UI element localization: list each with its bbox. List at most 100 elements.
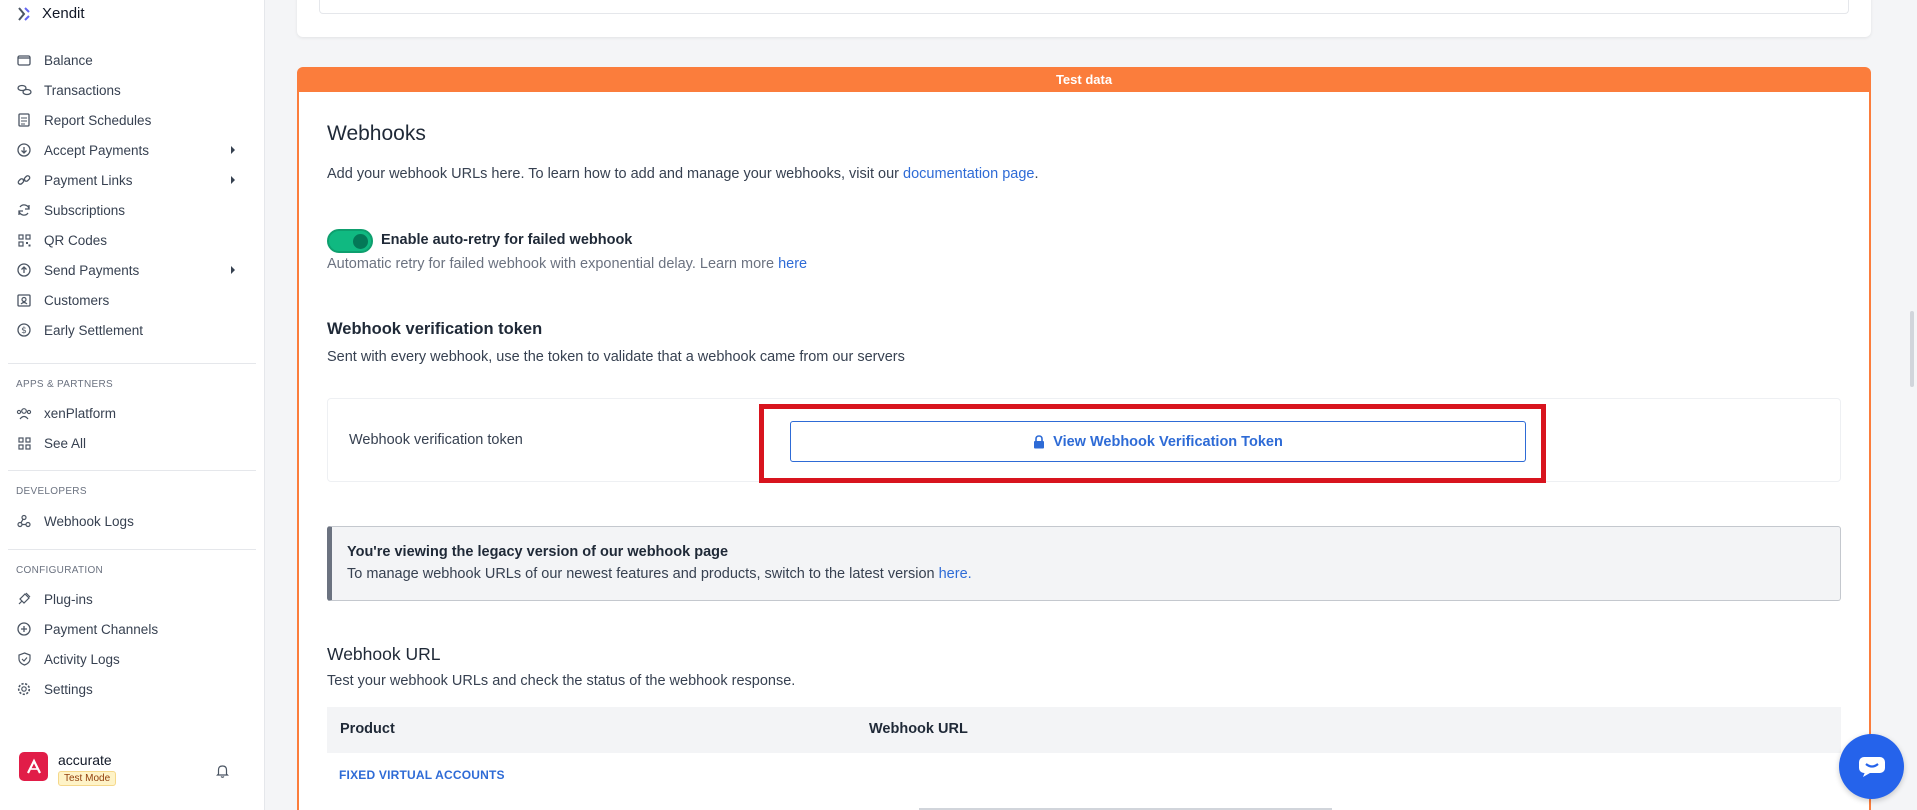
arrow-down-circle-icon [16, 142, 32, 158]
sidebar-item-activity-logs[interactable]: Activity Logs [0, 644, 264, 674]
sidebar-item-balance[interactable]: Balance [0, 45, 264, 75]
link-icon [16, 172, 32, 188]
sidebar-item-qr-codes[interactable]: QR Codes [0, 225, 264, 255]
sidebar-item-label: xenPlatform [44, 405, 117, 421]
sidebar-item-label: Accept Payments [44, 142, 150, 158]
sidebar-item-see-all[interactable]: See All [0, 428, 264, 458]
wallet-icon [16, 52, 32, 68]
gear-icon [16, 681, 32, 697]
scrollbar[interactable] [1910, 311, 1914, 387]
test-data-banner: Test data [297, 67, 1871, 93]
sidebar-item-transactions[interactable]: Transactions [0, 75, 264, 105]
latest-version-link[interactable]: here. [939, 566, 972, 582]
sidebar-item-label: Settings [44, 681, 93, 697]
description-text: Add your webhook URLs here. To learn how… [327, 166, 904, 182]
sidebar-item-label: Customers [44, 292, 110, 308]
brand[interactable]: Xendit [16, 5, 85, 22]
view-token-button[interactable]: View Webhook Verification Token [790, 421, 1526, 462]
sidebar-item-label: Activity Logs [44, 651, 120, 667]
sidebar-item-label: Payment Links [44, 172, 133, 188]
documentation-link[interactable]: documentation page [903, 166, 1034, 182]
sidebar-divider [8, 470, 256, 471]
legacy-notice-text: To manage webhook URLs of our newest fea… [347, 566, 972, 582]
coins-icon [16, 82, 32, 98]
document-icon [16, 112, 32, 128]
sidebar-item-send-payments[interactable]: Send Payments [0, 255, 264, 285]
sidebar-item-xenplatform[interactable]: xenPlatform [0, 398, 264, 428]
previous-card-inner [319, 0, 1849, 14]
arrow-up-circle-icon [16, 262, 32, 278]
sidebar-divider [8, 549, 256, 550]
sidebar-item-label: Subscriptions [44, 202, 126, 218]
chat-icon [1858, 756, 1885, 777]
sidebar-item-plug-ins[interactable]: Plug-ins [0, 584, 264, 614]
caret-right-icon [231, 146, 235, 154]
auto-retry-label: Enable auto-retry for failed webhook [381, 232, 633, 248]
account-switcher[interactable]: accurate Test Mode [19, 752, 117, 786]
legacy-notice [327, 526, 1841, 601]
brand-name: Xendit [42, 5, 85, 22]
section-label-apps: APPS & PARTNERS [16, 379, 113, 390]
view-token-button-label: View Webhook Verification Token [1053, 433, 1283, 450]
sidebar-item-label: Send Payments [44, 262, 140, 278]
auto-retry-description: Automatic retry for failed webhook with … [327, 256, 807, 272]
xendit-logo-icon [18, 6, 30, 21]
section-label-configuration: CONFIGURATION [16, 565, 104, 576]
sidebar-item-label: Early Settlement [44, 322, 144, 338]
sidebar-item-customers[interactable]: Customers [0, 285, 264, 315]
users-icon [16, 405, 32, 421]
chat-button[interactable] [1839, 734, 1904, 799]
previous-card [297, 0, 1871, 37]
test-mode-badge: Test Mode [58, 771, 117, 786]
webhooks-description: Add your webhook URLs here. To learn how… [327, 166, 1038, 182]
sidebar-item-label: Plug-ins [44, 591, 93, 607]
sidebar: Xendit Balance Transactions Report Sched… [0, 0, 265, 810]
sidebar-item-accept-payments[interactable]: Accept Payments [0, 135, 264, 165]
sidebar-item-label: See All [44, 435, 87, 451]
refresh-icon [16, 202, 32, 218]
sidebar-item-label: Balance [44, 52, 93, 68]
svg-text:$: $ [21, 326, 27, 336]
account-name: accurate [58, 752, 112, 768]
qr-code-icon [16, 232, 32, 248]
sidebar-divider [8, 363, 256, 364]
sidebar-item-label: QR Codes [44, 232, 108, 248]
sidebar-item-label: Report Schedules [44, 112, 152, 128]
legacy-notice-body: To manage webhook URLs of our newest fea… [347, 566, 939, 582]
section-label-developers: DEVELOPERS [16, 486, 87, 497]
auto-retry-toggle[interactable] [327, 229, 373, 253]
column-header-webhook-url: Webhook URL [869, 721, 968, 737]
webhook-url-description: Test your webhook URLs and check the sta… [327, 673, 796, 689]
sidebar-nav: Balance Transactions Report Schedules Ac… [0, 45, 264, 704]
token-section-title: Webhook verification token [327, 320, 543, 338]
sidebar-item-label: Webhook Logs [44, 513, 134, 529]
sidebar-item-payment-channels[interactable]: Payment Channels [0, 614, 264, 644]
sidebar-item-subscriptions[interactable]: Subscriptions [0, 195, 264, 225]
description-suffix: . [1034, 166, 1039, 182]
toggle-knob [353, 234, 368, 249]
legacy-notice-title: You're viewing the legacy version of our… [347, 544, 729, 560]
shield-icon [16, 651, 32, 667]
plus-circle-icon [16, 621, 32, 637]
caret-right-icon [231, 266, 235, 274]
lock-icon [1034, 434, 1045, 448]
sidebar-item-report-schedules[interactable]: Report Schedules [0, 105, 264, 135]
bell-icon[interactable] [216, 764, 229, 783]
sidebar-item-payment-links[interactable]: Payment Links [0, 165, 264, 195]
page-title: Webhooks [327, 122, 426, 145]
sidebar-item-early-settlement[interactable]: $ Early Settlement [0, 315, 264, 345]
dollar-circle-icon: $ [16, 322, 32, 338]
learn-more-link[interactable]: here [778, 256, 807, 272]
plug-icon [16, 591, 32, 607]
column-header-product: Product [340, 721, 395, 737]
token-field-label: Webhook verification token [349, 432, 523, 448]
table-header [327, 707, 1841, 753]
auto-retry-description-text: Automatic retry for failed webhook with … [327, 256, 779, 272]
caret-right-icon [231, 176, 235, 184]
sidebar-item-settings[interactable]: Settings [0, 674, 264, 704]
grid-icon [16, 435, 32, 451]
id-card-icon [16, 292, 32, 308]
sidebar-item-webhook-logs[interactable]: Webhook Logs [0, 506, 264, 536]
account-logo-icon [19, 752, 48, 781]
webhook-url-title: Webhook URL [327, 644, 441, 664]
